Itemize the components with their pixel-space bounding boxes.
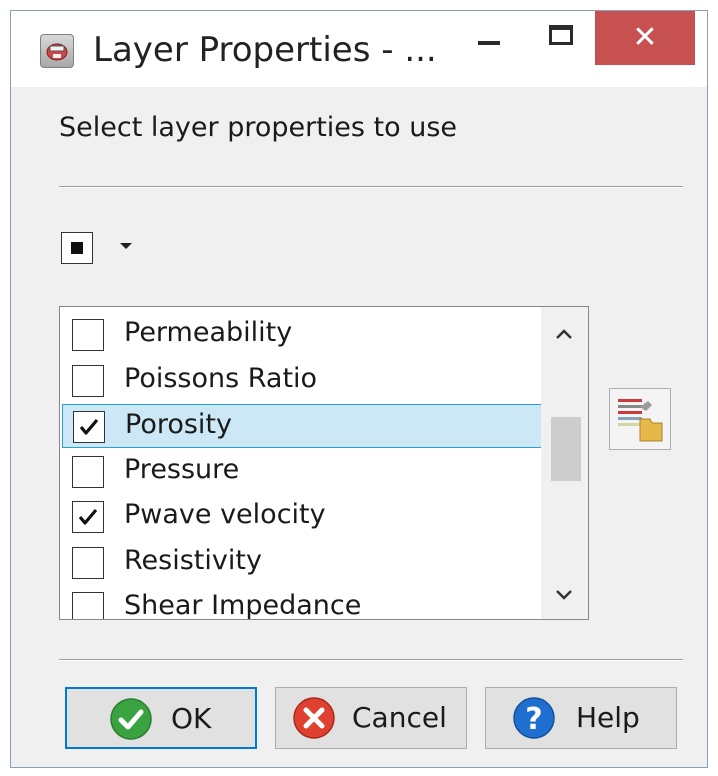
maximize-button[interactable]: [527, 11, 595, 65]
item-label: Porosity: [125, 409, 232, 440]
cancel-label: Cancel: [352, 701, 447, 734]
item-label: Shear Impedance: [124, 590, 362, 620]
help-label: Help: [576, 701, 640, 734]
list-item[interactable]: Resistivity: [62, 541, 542, 585]
list-item[interactable]: Shear Impedance: [62, 586, 542, 620]
window-title: Layer Properties - ...: [93, 30, 437, 70]
ok-button[interactable]: OK: [65, 687, 257, 749]
chevron-up-icon: [556, 329, 572, 339]
scroll-up-button[interactable]: [541, 311, 588, 355]
layer-properties-dialog: Layer Properties - ... ✕ Select layer pr…: [10, 10, 708, 768]
item-checkbox[interactable]: [72, 364, 104, 397]
item-checkbox[interactable]: [72, 319, 104, 351]
vertical-scrollbar[interactable]: [541, 307, 588, 619]
close-button[interactable]: ✕: [595, 11, 695, 65]
checkmark-icon: [78, 508, 98, 525]
help-button[interactable]: ? Help: [485, 687, 677, 749]
list-item[interactable]: Poissons Ratio: [62, 359, 542, 403]
item-label: Pressure: [124, 453, 240, 485]
separator: [59, 659, 683, 661]
scroll-down-button[interactable]: [541, 573, 588, 617]
item-label: Pwave velocity: [124, 499, 326, 530]
checkmark-icon: [110, 698, 152, 740]
select-all-checkbox[interactable]: [61, 232, 93, 264]
minimize-button[interactable]: [451, 11, 527, 65]
item-checkbox[interactable]: [73, 411, 105, 443]
instruction-label: Select layer properties to use: [59, 112, 458, 143]
list-item[interactable]: Pressure: [62, 450, 542, 494]
item-label: Poissons Ratio: [124, 362, 318, 394]
close-icon: ✕: [632, 20, 658, 55]
select-options-dropdown[interactable]: [115, 235, 139, 259]
app-icon: [40, 34, 74, 68]
ok-label: OK: [171, 702, 212, 735]
list-item[interactable]: Pwave velocity: [62, 495, 542, 539]
chevron-down-icon: [556, 590, 572, 600]
separator: [59, 186, 683, 188]
svg-text:?: ?: [525, 702, 542, 737]
layer-tool-button[interactable]: [609, 388, 671, 450]
list-item[interactable]: Porosity: [62, 404, 542, 448]
item-label: Permeability: [124, 317, 293, 348]
item-label: Resistivity: [124, 544, 262, 576]
checkmark-icon: [79, 418, 99, 435]
help-icon: ?: [513, 697, 555, 739]
cancel-icon: [293, 697, 335, 739]
item-checkbox[interactable]: [72, 501, 104, 533]
layer-properties-list[interactable]: Shear Impedance Resistivity Pwave velocity…: [59, 306, 589, 620]
cancel-button[interactable]: Cancel: [275, 687, 467, 749]
scroll-thumb[interactable]: [551, 417, 581, 481]
item-checkbox[interactable]: [72, 592, 104, 619]
layer-properties-folder-icon: [618, 399, 663, 442]
list-item[interactable]: Permeability: [62, 313, 542, 357]
title-bar[interactable]: Layer Properties - ... ✕: [11, 11, 707, 87]
item-checkbox[interactable]: [72, 455, 104, 488]
item-checkbox[interactable]: [72, 546, 104, 579]
